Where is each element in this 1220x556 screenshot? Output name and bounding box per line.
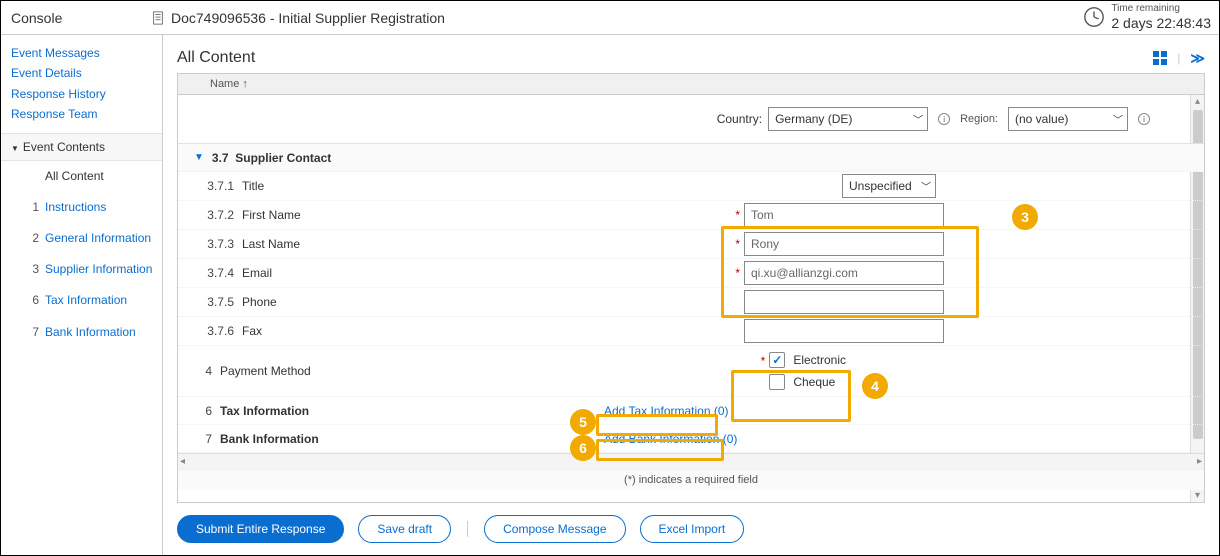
section-supplier-contact[interactable]: ▼ 3.7 Supplier Contact xyxy=(178,144,1204,172)
submit-entire-response-button[interactable]: Submit Entire Response xyxy=(177,515,344,543)
chevron-down-icon: ﹀ xyxy=(1113,112,1123,127)
country-label: Country: xyxy=(717,112,762,126)
field-label: Bank Information xyxy=(212,432,319,446)
compose-message-button[interactable]: Compose Message xyxy=(484,515,625,543)
field-label: Fax xyxy=(234,324,262,338)
console-title: Console xyxy=(11,10,151,26)
field-row-title: 3.7.1 Title Unspecified﹀ xyxy=(178,172,1204,201)
checkbox-label: Cheque xyxy=(793,375,835,389)
sidebar-item-label: Bank Information xyxy=(45,323,136,342)
required-note: (*) indicates a required field xyxy=(178,469,1204,490)
field-label: Title xyxy=(234,179,264,193)
field-row-bank-information: 7 Bank Information Add Bank Information … xyxy=(178,425,1204,453)
table-view-icon[interactable] xyxy=(1153,51,1167,65)
required-indicator: * xyxy=(761,354,766,368)
sidebar-link-event-details[interactable]: Event Details xyxy=(11,63,152,83)
sidebar-item-tax-information[interactable]: 6 Tax Information xyxy=(1,285,162,316)
sidebar: Event Messages Event Details Response Hi… xyxy=(1,35,163,555)
sidebar-item-bank-information[interactable]: 7 Bank Information xyxy=(1,317,162,348)
info-icon[interactable]: i xyxy=(938,113,950,125)
field-row-fax: 3.7.6 Fax xyxy=(178,317,1204,346)
cheque-checkbox[interactable] xyxy=(769,374,785,390)
required-indicator: * xyxy=(735,208,740,222)
scroll-right-icon[interactable]: ▸ xyxy=(1197,456,1202,467)
first-name-input[interactable] xyxy=(744,203,944,227)
time-value: 2 days 22:48:43 xyxy=(1111,15,1211,31)
save-draft-button[interactable]: Save draft xyxy=(358,515,451,543)
sidebar-item-supplier-information[interactable]: 3 Supplier Information xyxy=(1,254,162,285)
field-row-email: 3.7.4 Email * xyxy=(178,259,1204,288)
field-row-payment-method: 4 Payment Method * Electronic xyxy=(178,346,1204,397)
sidebar-link-response-history[interactable]: Response History xyxy=(11,84,152,104)
checkbox-label: Electronic xyxy=(793,353,846,367)
scroll-left-icon[interactable]: ◂ xyxy=(180,456,185,467)
expand-collapse-icon[interactable]: ≫ xyxy=(1190,50,1205,67)
sidebar-item-label: General Information xyxy=(45,229,151,248)
field-row-last-name: 3.7.3 Last Name * xyxy=(178,230,1204,259)
country-select[interactable]: Germany (DE)﹀ xyxy=(768,107,928,131)
title-select[interactable]: Unspecified﹀ xyxy=(842,174,936,198)
sidebar-header-event-contents[interactable]: Event Contents xyxy=(1,134,162,161)
phone-input[interactable] xyxy=(744,290,944,314)
last-name-input[interactable] xyxy=(744,232,944,256)
section-collapse-icon[interactable]: ▼ xyxy=(194,152,204,163)
add-bank-information-link[interactable]: Add Bank Information (0) xyxy=(604,432,737,446)
page-title: All Content xyxy=(177,49,255,67)
field-label: Payment Method xyxy=(212,364,311,378)
sidebar-item-label: Tax Information xyxy=(45,291,127,310)
field-row-tax-information: 6 Tax Information Add Tax Information (0… xyxy=(178,397,1204,425)
sidebar-link-response-team[interactable]: Response Team xyxy=(11,104,152,124)
required-indicator: * xyxy=(735,237,740,251)
sidebar-link-event-messages[interactable]: Event Messages xyxy=(11,43,152,63)
clock-icon xyxy=(1083,6,1105,28)
add-tax-information-link[interactable]: Add Tax Information (0) xyxy=(604,404,729,418)
field-label: First Name xyxy=(234,208,301,222)
fax-input[interactable] xyxy=(744,319,944,343)
time-label: Time remaining xyxy=(1111,3,1211,15)
region-select[interactable]: (no value)﹀ xyxy=(1008,107,1128,131)
sidebar-item-all-content[interactable]: All Content xyxy=(1,161,162,192)
sidebar-item-instructions[interactable]: 1 Instructions xyxy=(1,192,162,223)
time-remaining: Time remaining 2 days 22:48:43 xyxy=(1083,3,1211,31)
required-indicator: * xyxy=(735,266,740,280)
info-icon[interactable]: i xyxy=(1138,113,1150,125)
sidebar-item-label: All Content xyxy=(45,167,104,186)
field-row-phone: 3.7.5 Phone xyxy=(178,288,1204,317)
divider xyxy=(467,521,468,537)
sidebar-item-general-information[interactable]: 2 General Information xyxy=(1,223,162,254)
column-header-name[interactable]: Name ↑ xyxy=(178,74,1204,95)
document-title: Doc749096536 - Initial Supplier Registra… xyxy=(171,10,445,26)
email-input[interactable] xyxy=(744,261,944,285)
sidebar-item-label: Instructions xyxy=(45,198,106,217)
field-row-first-name: 3.7.2 First Name * xyxy=(178,201,1204,230)
chevron-down-icon: ﹀ xyxy=(921,179,931,194)
excel-import-button[interactable]: Excel Import xyxy=(640,515,745,543)
field-label: Tax Information xyxy=(212,404,309,418)
field-label: Email xyxy=(234,266,272,280)
field-label: Last Name xyxy=(234,237,300,251)
sidebar-item-label: Supplier Information xyxy=(45,260,152,279)
electronic-checkbox[interactable] xyxy=(769,352,785,368)
horizontal-scrollbar[interactable]: ◂ ▸ xyxy=(178,453,1204,469)
region-label: Region: xyxy=(960,113,998,125)
chevron-down-icon: ﹀ xyxy=(913,112,923,127)
field-label: Phone xyxy=(234,295,277,309)
document-icon xyxy=(151,11,165,25)
